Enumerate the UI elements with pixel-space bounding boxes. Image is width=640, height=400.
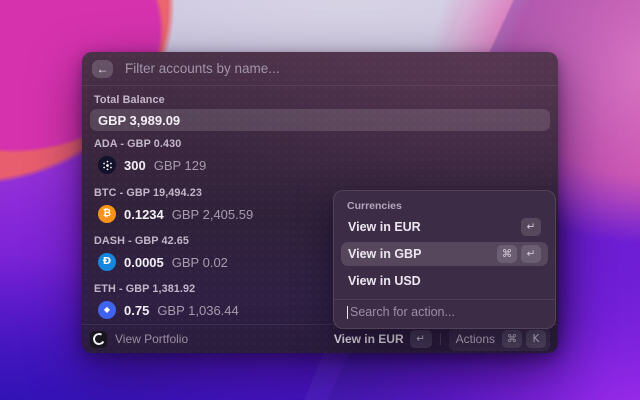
- dash-amount: 0.0005: [124, 254, 164, 270]
- dash-fiat-value: GBP 0.02: [171, 254, 228, 270]
- eth-amount: 0.75: [124, 302, 150, 318]
- k-key-icon: K: [526, 330, 546, 348]
- btc-fiat-value: GBP 2,405.59: [171, 206, 254, 222]
- text-caret: [347, 305, 348, 319]
- return-key-icon: ↵: [521, 245, 541, 263]
- popup-item-view-in-gbp[interactable]: View in GBP ⌘ ↵: [341, 242, 548, 266]
- back-arrow-icon: ←: [96, 61, 109, 76]
- footer-divider: [439, 333, 441, 345]
- ada-amount: 300: [124, 157, 146, 173]
- return-key-icon: ↵: [521, 218, 541, 236]
- total-balance-row[interactable]: GBP 3,989.09: [90, 109, 550, 131]
- popup-item-view-in-usd[interactable]: View in USD: [341, 269, 548, 293]
- actions-label: Actions: [455, 332, 495, 346]
- popup-title: Currencies: [347, 200, 402, 212]
- launcher-header: ←: [82, 52, 558, 86]
- footer-app-label: View Portfolio: [115, 332, 189, 346]
- return-key-icon: ↵: [409, 330, 432, 348]
- eth-fiat-value: GBP 1,036.44: [157, 302, 239, 318]
- ada-icon: [98, 156, 116, 174]
- btc-amount: 0.1234: [124, 206, 164, 222]
- ada-fiat-value: GBP 129: [153, 157, 207, 173]
- popup-item-view-in-eur[interactable]: View in EUR ↵: [341, 215, 548, 239]
- eth-icon: ◆: [98, 301, 116, 319]
- back-button[interactable]: ←: [92, 59, 113, 78]
- footer-actions-area: View in EUR ↵ Actions ⌘ K: [334, 327, 550, 351]
- actions-button[interactable]: Actions ⌘ K: [448, 327, 550, 351]
- action-search-placeholder: Search for action...: [350, 305, 455, 319]
- section-total-balance: Total Balance: [94, 94, 165, 106]
- total-balance-value: GBP 3,989.09: [98, 112, 181, 128]
- app-icon: [90, 330, 107, 348]
- currencies-popup: Currencies View in EUR ↵ View in GBP ⌘ ↵…: [333, 190, 556, 329]
- section-ada: ADA - GBP 0.430: [94, 138, 182, 150]
- view-in-gbp-label: View in GBP: [348, 247, 422, 261]
- action-search-input[interactable]: Search for action...: [341, 300, 548, 324]
- btc-icon: ₿: [98, 205, 116, 223]
- command-key-icon: ⌘: [502, 330, 522, 348]
- screen: ← Total Balance GBP 3,989.09 ADA - GBP 0…: [0, 0, 640, 400]
- command-key-icon: ⌘: [497, 245, 517, 263]
- view-in-eur-label: View in EUR: [348, 220, 421, 234]
- filter-accounts-input[interactable]: [123, 60, 548, 77]
- footer-primary-action[interactable]: View in EUR: [334, 332, 404, 346]
- view-in-usd-label: View in USD: [348, 274, 421, 288]
- dash-icon: Đ: [98, 253, 116, 271]
- account-row-ada[interactable]: 300 GBP 129: [90, 153, 550, 177]
